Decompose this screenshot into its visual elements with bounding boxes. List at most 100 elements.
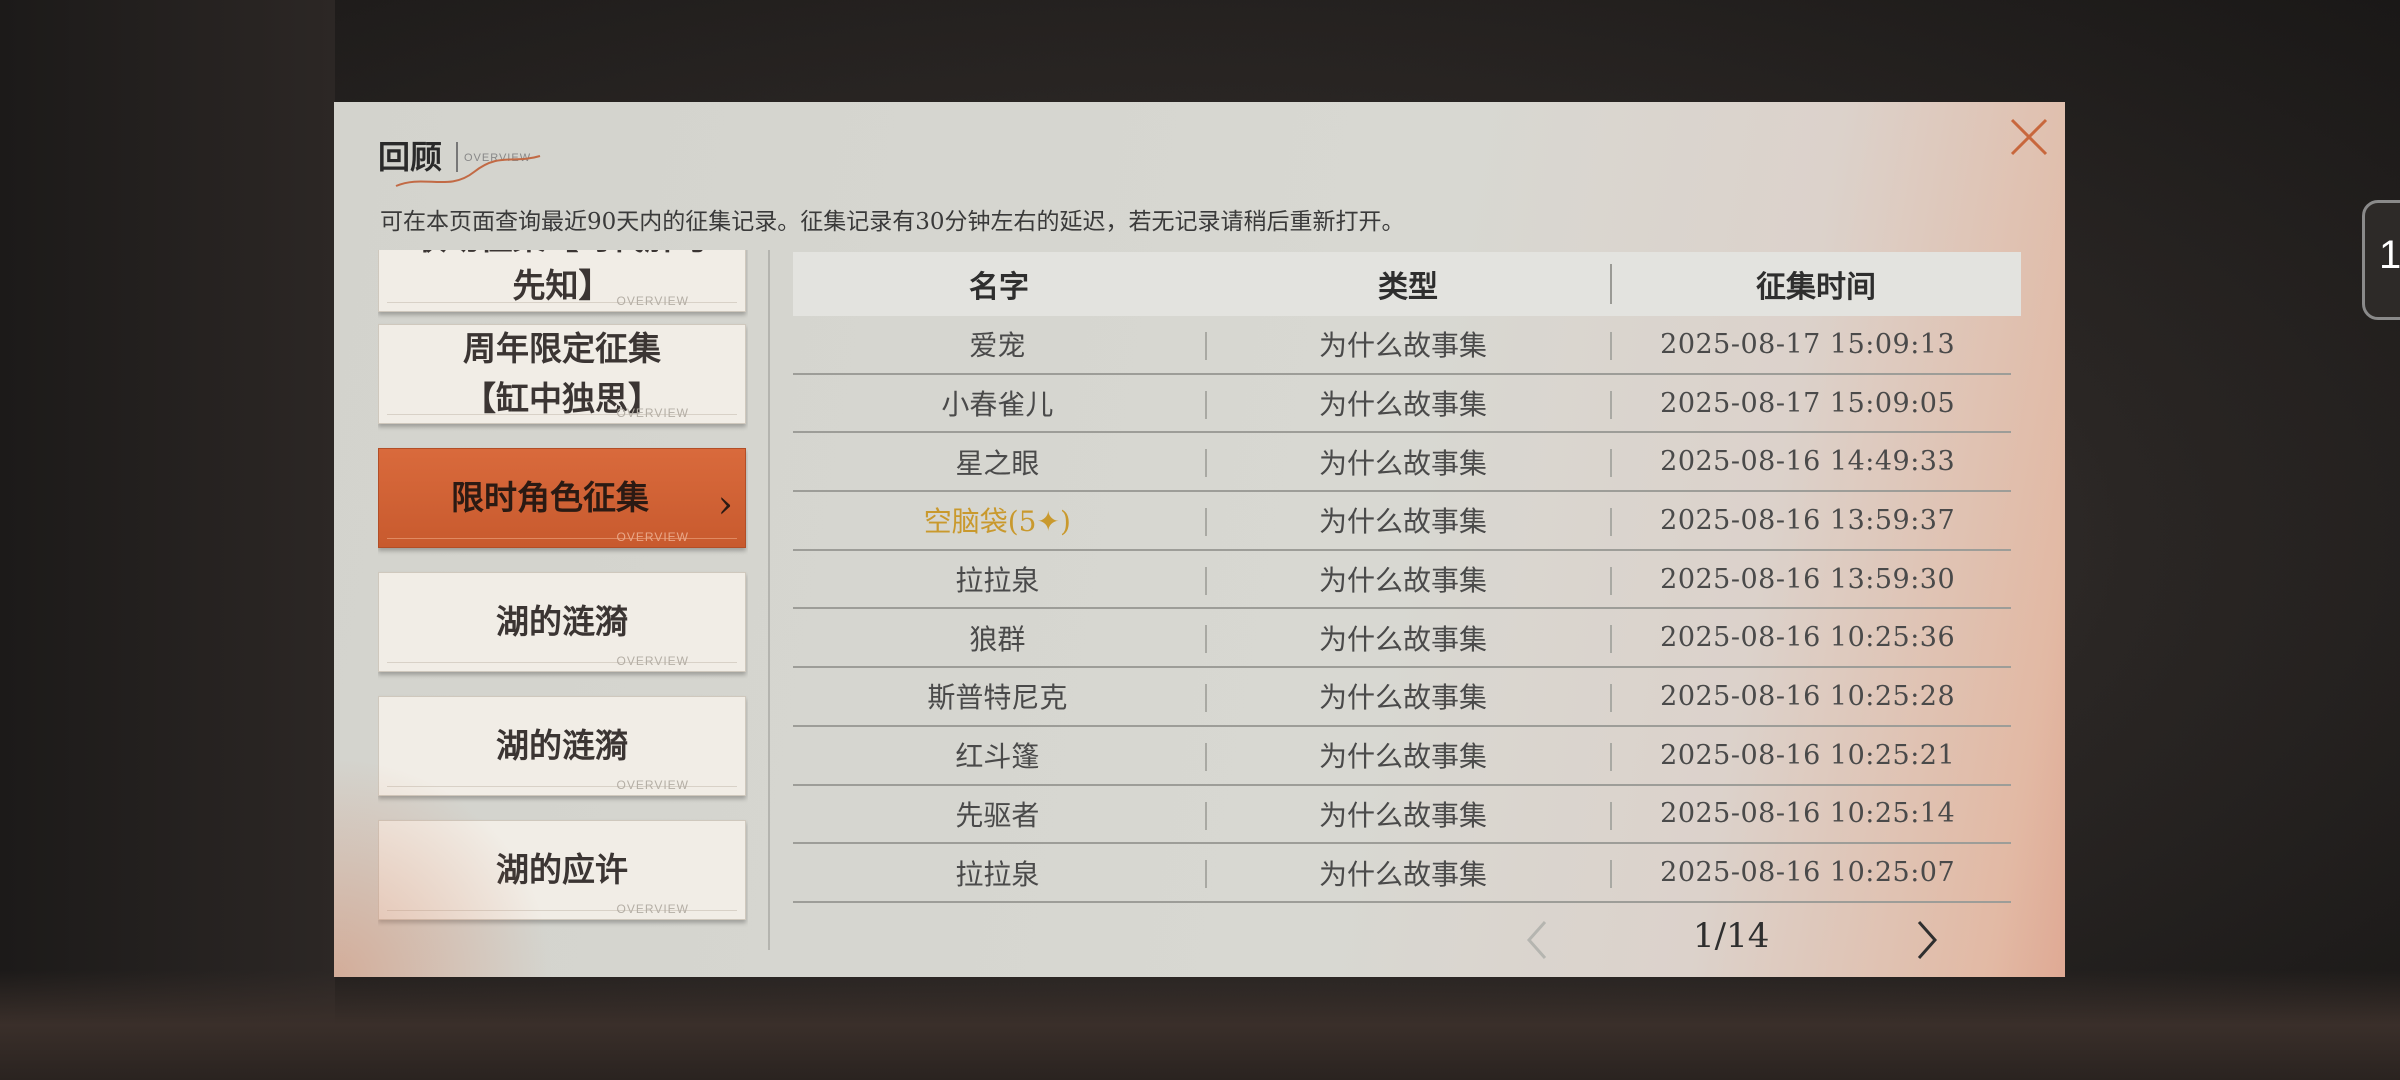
- banner-label: 限时角色征集: [451, 478, 649, 517]
- pagination: 1/14: [793, 910, 2021, 966]
- table-row: 小春雀儿 为什么故事集 2025-08-17 15:09:05: [793, 375, 2011, 434]
- cell-type: 为什么故事集: [1318, 446, 1487, 480]
- cell-name: 星之眼: [955, 446, 1040, 480]
- records-table: 名字 类型 征集时间 爱宠 为什么故事集 2025-08-17 15:09:13 小春…: [793, 252, 2021, 903]
- table-row: 红斗篷 为什么故事集 2025-08-16 10:25:21: [793, 727, 2011, 786]
- cell-time: 2025-08-16 13:59:30: [1660, 563, 1956, 595]
- header-separator: [1610, 264, 1612, 304]
- cell-name: 空脑袋(5✦): [923, 505, 1071, 539]
- cell-name: 拉拉泉: [955, 857, 1040, 891]
- table-row: 星之眼 为什么故事集 2025-08-16 14:49:33: [793, 433, 2011, 493]
- banner-item[interactable]: 湖的应许 OVERVIEW: [378, 820, 746, 920]
- side-widget-label: 1: [2379, 233, 2400, 277]
- background-bottom: [0, 970, 2400, 1080]
- column-separator: [1205, 801, 1207, 830]
- cell-type: 为什么故事集: [1318, 798, 1487, 832]
- cell-name: 拉拉泉: [955, 564, 1040, 598]
- cell-name: 小春雀儿: [941, 388, 1054, 422]
- column-separator: [1610, 860, 1612, 889]
- banner-label: 湖的应许: [496, 850, 628, 889]
- side-widget[interactable]: 1: [2362, 200, 2400, 320]
- cell-type: 为什么故事集: [1318, 622, 1487, 656]
- column-separator: [1205, 390, 1207, 419]
- column-separator: [1205, 625, 1207, 654]
- column-separator: [1205, 508, 1207, 537]
- column-separator: [1205, 332, 1207, 360]
- prev-page-button[interactable]: [1523, 918, 1553, 966]
- chevron-right-icon: ›: [717, 482, 733, 526]
- chevron-right-icon: [1917, 921, 1938, 959]
- banner-item[interactable]: 湖的涟漪 OVERVIEW: [378, 572, 746, 672]
- banner-tag: OVERVIEW: [616, 778, 689, 792]
- table-row: 狼群 为什么故事集 2025-08-16 10:25:36: [793, 609, 2011, 669]
- header-type: 类型: [1378, 270, 1438, 305]
- column-separator: [1610, 390, 1612, 419]
- cell-name: 狼群: [969, 622, 1026, 656]
- cell-name: 先驱者: [955, 798, 1040, 832]
- cell-time: 2025-08-17 15:09:05: [1660, 387, 1956, 419]
- banner-item[interactable]: 湖的涟漪 OVERVIEW: [378, 696, 746, 796]
- cell-time: 2025-08-17 15:09:13: [1660, 328, 1956, 360]
- banner-tag: OVERVIEW: [616, 406, 689, 420]
- column-separator: [1610, 566, 1612, 595]
- header-name: 名字: [969, 270, 1029, 305]
- cell-type: 为什么故事集: [1318, 388, 1487, 422]
- column-separator: [1610, 625, 1612, 654]
- chevron-left-icon: [1526, 921, 1547, 959]
- table-row: 爱宠 为什么故事集 2025-08-17 15:09:13: [793, 316, 2011, 375]
- cell-name: 爱宠: [969, 329, 1026, 363]
- cell-type: 为什么故事集: [1318, 505, 1487, 539]
- banner-tag: OVERVIEW: [616, 902, 689, 916]
- overview-dialog: 回顾 OVERVIEW 可在本页面查询最近90天内的征集记录。征集记录有30分钟…: [334, 102, 2065, 977]
- table-row: 空脑袋(5✦) 为什么故事集 2025-08-16 13:59:37: [793, 492, 2011, 551]
- cell-name: 斯普特尼克: [927, 681, 1068, 715]
- column-separator: [1610, 801, 1612, 830]
- column-separator: [1610, 742, 1612, 771]
- cell-time: 2025-08-16 10:25:07: [1660, 857, 1956, 889]
- close-icon: [2010, 118, 2048, 156]
- table-row: 斯普特尼克 为什么故事集 2025-08-16 10:25:28: [793, 668, 2011, 727]
- column-separator: [1205, 566, 1207, 595]
- title-swoosh-decoration: [395, 155, 541, 187]
- cell-type: 为什么故事集: [1318, 857, 1487, 891]
- column-separator: [1205, 684, 1207, 713]
- banner-item[interactable]: 联动征集【时代肝号先知】 OVERVIEW: [378, 250, 746, 312]
- column-separator: [1205, 860, 1207, 889]
- notice-text: 可在本页面查询最近90天内的征集记录。征集记录有30分钟左右的延迟，若无记录请稍…: [380, 209, 1405, 235]
- cell-time: 2025-08-16 10:25:28: [1660, 680, 1956, 712]
- cell-time: 2025-08-16 10:25:14: [1660, 798, 1956, 830]
- table-row: 先驱者 为什么故事集 2025-08-16 10:25:14: [793, 786, 2011, 845]
- table-header: 名字 类型 征集时间: [793, 252, 2021, 316]
- cell-type: 为什么故事集: [1318, 564, 1487, 598]
- cell-name: 红斗篷: [955, 740, 1040, 774]
- column-separator: [1205, 742, 1207, 771]
- column-separator: [1610, 508, 1612, 537]
- banner-item-active[interactable]: 限时角色征集 › OVERVIEW: [378, 448, 746, 548]
- cell-type: 为什么故事集: [1318, 740, 1487, 774]
- sidebar-divider: [768, 250, 770, 950]
- banner-item[interactable]: 周年限定征集 【缸中独思】 OVERVIEW: [378, 324, 746, 424]
- next-page-button[interactable]: [1911, 918, 1941, 966]
- banner-label: 湖的涟漪: [496, 726, 628, 765]
- column-separator: [1610, 332, 1612, 360]
- banner-label: 湖的涟漪: [496, 602, 628, 641]
- page-indicator: 1/14: [1693, 916, 1770, 956]
- cell-type: 为什么故事集: [1318, 681, 1487, 715]
- table-row: 拉拉泉 为什么故事集 2025-08-16 10:25:07: [793, 844, 2011, 903]
- banner-tag: OVERVIEW: [616, 530, 689, 544]
- column-separator: [1610, 449, 1612, 478]
- column-separator: [1205, 449, 1207, 478]
- close-button[interactable]: [2004, 112, 2054, 162]
- header-time: 征集时间: [1756, 270, 1876, 305]
- cell-type: 为什么故事集: [1318, 329, 1487, 363]
- banner-list[interactable]: 联动征集【时代肝号先知】 OVERVIEW 周年限定征集【缸中独思】 OVERV…: [378, 250, 748, 950]
- cell-time: 2025-08-16 14:49:33: [1660, 446, 1956, 478]
- banner-tag: OVERVIEW: [616, 294, 689, 308]
- cell-time: 2025-08-16 10:25:21: [1660, 739, 1956, 771]
- banner-tag: OVERVIEW: [616, 654, 689, 668]
- cell-time: 2025-08-16 10:25:36: [1660, 622, 1956, 654]
- column-separator: [1610, 684, 1612, 713]
- background-left: [0, 0, 335, 1080]
- table-body: 爱宠 为什么故事集 2025-08-17 15:09:13 小春雀儿 为什么故事集 202…: [793, 316, 2021, 903]
- table-row: 拉拉泉 为什么故事集 2025-08-16 13:59:30: [793, 551, 2011, 610]
